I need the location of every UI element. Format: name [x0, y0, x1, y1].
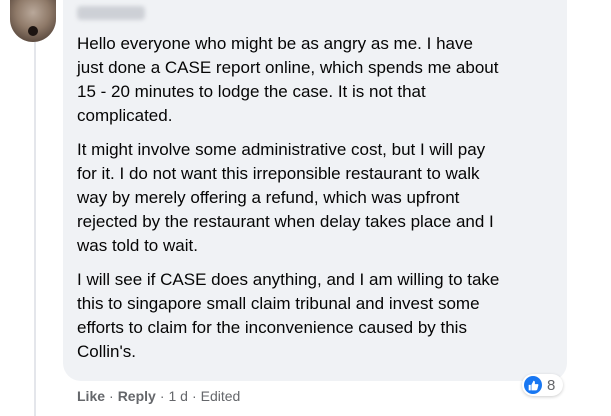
reaction-count: 8	[547, 376, 556, 394]
comment-actions: Like · Reply · 1 d · Edited	[77, 387, 240, 405]
thumbs-up-icon	[524, 376, 542, 394]
avatar[interactable]	[10, 0, 56, 42]
reply-button[interactable]: Reply	[118, 388, 156, 404]
reaction-count-badge[interactable]: 8	[522, 374, 564, 396]
separator-dot: ·	[191, 388, 197, 404]
thread-connector-line	[34, 42, 36, 416]
separator-dot: ·	[109, 388, 114, 404]
comment-bubble: Hello everyone who might be as angry as …	[63, 0, 567, 381]
edited-label[interactable]: Edited	[201, 388, 241, 404]
author-name-blurred[interactable]	[77, 6, 145, 20]
comment-timestamp[interactable]: 1 d	[168, 388, 187, 404]
comment-paragraph-1: Hello everyone who might be as angry as …	[77, 34, 499, 125]
like-button[interactable]: Like	[77, 388, 105, 404]
avatar-detail	[28, 26, 38, 36]
comment-paragraph-2: It might involve some administrative cos…	[77, 140, 494, 255]
comment-body: Hello everyone who might be as angry as …	[77, 32, 559, 374]
comment-thread: Hello everyone who might be as angry as …	[0, 0, 611, 416]
comment-paragraph-3: I will see if CASE does anything, and I …	[77, 270, 500, 361]
separator-dot: ·	[159, 388, 165, 404]
